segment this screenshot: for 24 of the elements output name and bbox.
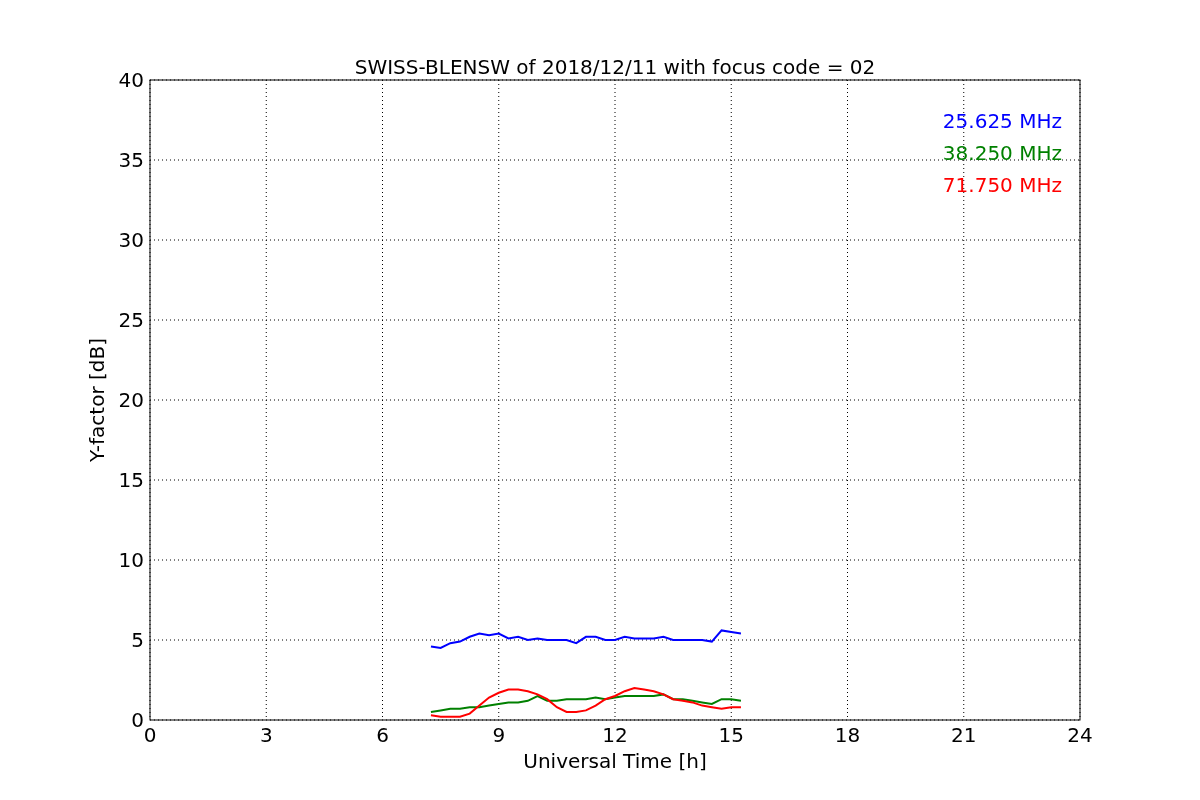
tick-label: 9: [492, 723, 506, 747]
tick-label: 12: [602, 723, 628, 747]
legend-label: 71.750 MHz: [942, 173, 1062, 197]
tick-label: 30: [118, 228, 144, 252]
tick-label: 10: [118, 548, 144, 572]
tick-label: 25: [118, 308, 144, 332]
chart-title: SWISS-BLENSW of 2018/12/11 with focus code = 02: [354, 55, 876, 79]
tick-label: 15: [718, 723, 744, 747]
tick-label: 6: [376, 723, 389, 747]
tick-label: 21: [951, 723, 977, 747]
tick-label: 24: [1067, 723, 1093, 747]
tick-label: 0: [131, 708, 144, 732]
tick-label: 35: [118, 148, 144, 172]
tick-label: 18: [834, 723, 861, 747]
tick-label: 3: [259, 723, 273, 747]
legend-label: 38.250 MHz: [942, 141, 1062, 165]
x-axis-label: Universal Time [h]: [523, 749, 707, 773]
tick-label: 15: [118, 468, 144, 492]
tick-label: 40: [118, 68, 144, 92]
tick-label: 0: [143, 723, 157, 747]
legend-label: 25.625 MHz: [942, 109, 1062, 133]
tick-label: 20: [118, 388, 144, 412]
y-axis-label: Y-factor [dB]: [85, 338, 109, 462]
tick-label: 5: [131, 628, 144, 652]
